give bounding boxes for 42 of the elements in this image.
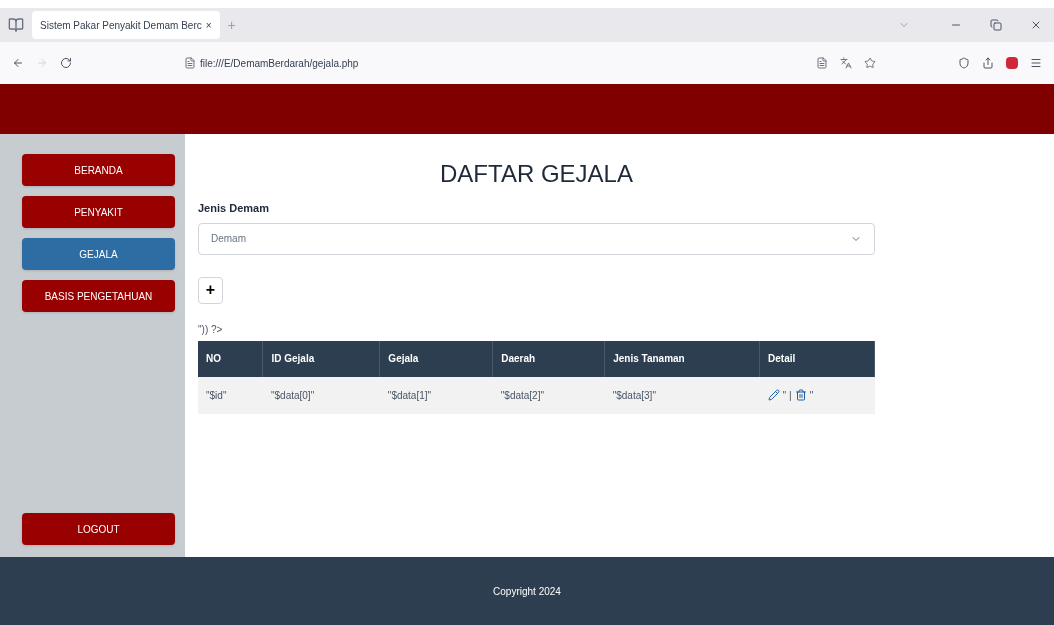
page-icon xyxy=(184,57,196,69)
select-field[interactable]: Demam xyxy=(198,222,875,255)
page-title: DAFTAR GEJALA xyxy=(439,159,634,189)
back-icon[interactable] xyxy=(12,57,24,69)
table-cell: "$data[2]" xyxy=(492,376,605,414)
restore-icon[interactable] xyxy=(990,19,1002,31)
add-button[interactable]: + xyxy=(198,276,223,304)
menu-icon[interactable] xyxy=(1030,57,1042,69)
sidebar-item[interactable]: BERANDA xyxy=(22,154,175,186)
table-cell: "$id" xyxy=(198,376,263,414)
reader-icon[interactable] xyxy=(816,57,828,69)
cell-text: " xyxy=(809,388,814,403)
tab-title: Sistem Pakar Penyakit Demam Berc xyxy=(40,18,202,33)
edit-icon[interactable] xyxy=(767,389,780,401)
column-header: ID Gejala xyxy=(262,340,380,377)
table-cell: "$data[3]" xyxy=(604,376,760,414)
tab-close[interactable]: × xyxy=(205,17,212,33)
sidebar-item[interactable]: PENYAKIT xyxy=(22,196,175,228)
column-header: NO xyxy=(198,340,263,377)
shield-icon[interactable] xyxy=(958,57,970,69)
column-header: Daerah xyxy=(492,340,605,377)
column-header: Detail xyxy=(759,340,875,377)
translate-icon[interactable] xyxy=(840,57,852,69)
table-cell: "$data[1]" xyxy=(379,376,493,414)
address-bar[interactable]: file:///E/DemamBerdarah/gejala.php xyxy=(184,50,664,76)
column-header: Jenis Tanaman xyxy=(604,340,760,377)
bookmark-icon[interactable] xyxy=(864,57,876,69)
reload-icon[interactable] xyxy=(60,57,72,69)
copyright-text: Copyright 2024 xyxy=(493,584,561,599)
sidebar-item[interactable]: GEJALA xyxy=(22,238,175,270)
logout-button[interactable]: LOGOUT xyxy=(22,513,175,545)
close-icon[interactable] xyxy=(1030,19,1042,31)
table-cell: "$data[0]" xyxy=(262,376,380,414)
column-header: Gejala xyxy=(379,340,493,377)
sidebar-item[interactable]: BASIS PENGETAHUAN xyxy=(22,280,175,312)
cell-text: " xyxy=(782,388,787,403)
stray-text: ")) ?> xyxy=(198,322,224,337)
share-icon[interactable] xyxy=(982,57,994,69)
browser-tab[interactable]: Sistem Pakar Penyakit Demam Berc × xyxy=(32,11,220,39)
trash-icon[interactable] xyxy=(794,389,807,401)
field-label: Jenis Demam xyxy=(198,201,270,216)
cell-text: | xyxy=(789,388,792,403)
